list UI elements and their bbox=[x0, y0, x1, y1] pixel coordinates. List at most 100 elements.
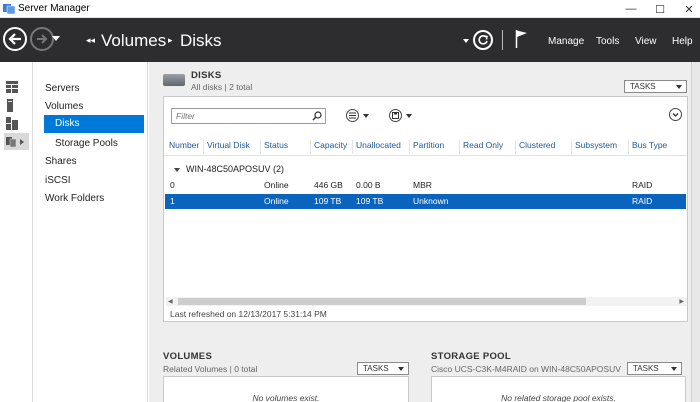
storage-pool-section-subtitle: Cisco UCS-C3K-M4RAID on WIN-48C50APOSUV bbox=[431, 364, 621, 374]
file-storage-services-icon[interactable] bbox=[4, 133, 29, 150]
column-header-status[interactable]: Status bbox=[260, 140, 310, 154]
volumes-section-subtitle: Related Volumes | 0 total bbox=[163, 364, 258, 374]
nav-item-disks[interactable]: Disks bbox=[44, 115, 144, 133]
filter-input[interactable]: Filter bbox=[171, 108, 326, 124]
arrow-left-icon bbox=[8, 33, 21, 45]
chevron-down-icon bbox=[676, 85, 682, 89]
vertical-scrollbar[interactable] bbox=[691, 62, 700, 402]
column-header-capacity[interactable]: Capacity bbox=[310, 140, 352, 154]
volumes-section-title: VOLUMES bbox=[163, 351, 213, 362]
disk-icon bbox=[163, 74, 185, 86]
group-label: WIN-48C50APOSUV (2) bbox=[186, 164, 285, 174]
arrow-right-icon bbox=[37, 34, 48, 44]
breadcrumb-volumes[interactable]: Volumes bbox=[101, 31, 166, 51]
column-header-unallocated[interactable]: Unallocated bbox=[352, 140, 409, 154]
column-header-number[interactable]: Number bbox=[164, 140, 203, 154]
chevron-down-icon bbox=[671, 367, 677, 371]
server-manager-icon bbox=[3, 4, 15, 14]
close-button[interactable]: ✕ bbox=[674, 0, 700, 18]
forward-button[interactable] bbox=[30, 27, 54, 51]
scroll-right-icon[interactable]: ▶ bbox=[679, 298, 684, 305]
grid-icon bbox=[6, 80, 18, 93]
scrollbar-thumb[interactable] bbox=[178, 298, 586, 305]
volumes-panel: No volumes exist. bbox=[163, 376, 409, 402]
volumes-empty-text: No volumes exist. bbox=[252, 393, 320, 402]
column-header-bus-type[interactable]: Bus Type bbox=[628, 140, 687, 154]
refresh-button[interactable] bbox=[473, 30, 493, 50]
icon-strip bbox=[0, 62, 33, 402]
disks-panel: Filter Number Virtual Disk Status Capaci… bbox=[163, 96, 688, 322]
menu-tools[interactable]: Tools bbox=[596, 36, 619, 47]
storage-pool-empty-text: No related storage pool exists. bbox=[501, 393, 616, 402]
nav-item-storage-pools[interactable]: Storage Pools bbox=[55, 138, 118, 149]
all-servers-icon[interactable] bbox=[4, 115, 29, 132]
refresh-icon bbox=[478, 35, 488, 45]
dashboard-icon[interactable] bbox=[4, 78, 29, 95]
cell-number: 0 bbox=[170, 180, 175, 190]
table-row-selected[interactable]: 1 Online 109 TB 109 TB Unknown RAID bbox=[165, 194, 686, 209]
volumes-tasks-button[interactable]: TASKS bbox=[357, 362, 409, 375]
menu-help[interactable]: Help bbox=[672, 36, 693, 47]
cell-partition: MBR bbox=[413, 180, 432, 190]
storage-pool-tasks-button[interactable]: TASKS bbox=[627, 362, 682, 375]
cell-bus-type: RAID bbox=[632, 196, 653, 206]
cell-capacity: 446 GB bbox=[314, 180, 343, 190]
content-area: DISKS All disks | 2 total TASKS Filter N… bbox=[149, 62, 700, 402]
save-query-dropdown-icon[interactable] bbox=[406, 114, 412, 118]
query-options-button[interactable] bbox=[346, 109, 359, 122]
nav-item-work-folders[interactable]: Work Folders bbox=[45, 193, 104, 204]
column-header-read-only[interactable]: Read Only bbox=[459, 140, 515, 154]
column-header-clustered[interactable]: Clustered bbox=[515, 140, 571, 154]
scroll-left-icon[interactable]: ◀ bbox=[168, 298, 173, 305]
chevron-down-icon bbox=[672, 113, 679, 117]
menu-view[interactable]: View bbox=[635, 36, 657, 47]
group-row[interactable]: WIN-48C50APOSUV (2) bbox=[174, 164, 284, 174]
nav-item-volumes[interactable]: Volumes bbox=[45, 101, 83, 112]
nav-item-iscsi[interactable]: iSCSI bbox=[45, 175, 71, 186]
storage-pool-panel: No related storage pool exists. bbox=[431, 376, 686, 402]
search-icon[interactable] bbox=[312, 111, 322, 121]
title-bar: Server Manager — ☐ ✕ bbox=[0, 0, 700, 18]
refresh-dropdown-icon[interactable] bbox=[463, 39, 469, 43]
header-divider-line bbox=[164, 155, 687, 156]
disks-section-subtitle: All disks | 2 total bbox=[191, 82, 253, 92]
tasks-label: TASKS bbox=[633, 364, 659, 373]
column-header-partition[interactable]: Partition bbox=[409, 140, 459, 154]
expand-collapse-button[interactable] bbox=[669, 108, 682, 121]
breadcrumb-expand-icon[interactable]: ◂◂ bbox=[86, 35, 95, 46]
column-header-virtual-disk[interactable]: Virtual Disk bbox=[203, 140, 260, 154]
navigation-pane: Servers Volumes Disks Storage Pools Shar… bbox=[33, 62, 148, 402]
table-row[interactable]: 0 Online 446 GB 0.00 B MBR RAID bbox=[165, 178, 686, 193]
storage-icon bbox=[6, 136, 24, 147]
horizontal-scrollbar[interactable]: ◀ ▶ bbox=[166, 297, 687, 306]
maximize-button[interactable]: ☐ bbox=[645, 0, 675, 18]
disks-tasks-button[interactable]: TASKS bbox=[624, 80, 687, 93]
breadcrumb-separator-icon: ▸ bbox=[168, 35, 173, 45]
nav-item-servers[interactable]: Servers bbox=[45, 83, 79, 94]
list-icon bbox=[349, 112, 356, 119]
local-server-icon[interactable] bbox=[4, 97, 29, 114]
history-dropdown-icon[interactable] bbox=[52, 36, 60, 41]
cell-unallocated: 0.00 B bbox=[356, 180, 381, 190]
breadcrumb-disks: Disks bbox=[180, 31, 222, 50]
menu-manage[interactable]: Manage bbox=[548, 36, 584, 47]
query-options-dropdown-icon[interactable] bbox=[363, 114, 369, 118]
flag-icon[interactable] bbox=[515, 29, 529, 49]
server-icon bbox=[7, 99, 13, 112]
save-query-button[interactable] bbox=[389, 109, 402, 122]
back-button[interactable] bbox=[3, 27, 27, 51]
column-header-subsystem[interactable]: Subsystem bbox=[571, 140, 628, 154]
filter-placeholder: Filter bbox=[176, 111, 195, 121]
servers-icon bbox=[6, 117, 18, 130]
save-icon bbox=[392, 112, 399, 119]
cell-status: Online bbox=[264, 196, 289, 206]
disks-section-title: DISKS bbox=[191, 70, 222, 81]
collapse-triangle-icon[interactable] bbox=[174, 167, 180, 172]
cell-status: Online bbox=[264, 180, 289, 190]
cell-partition: Unknown bbox=[413, 196, 449, 206]
nav-item-shares[interactable]: Shares bbox=[45, 156, 77, 167]
storage-pool-section-title: STORAGE POOL bbox=[431, 351, 511, 362]
cell-number: 1 bbox=[170, 196, 175, 206]
header-divider bbox=[502, 30, 503, 50]
minimize-button[interactable]: — bbox=[616, 0, 646, 18]
